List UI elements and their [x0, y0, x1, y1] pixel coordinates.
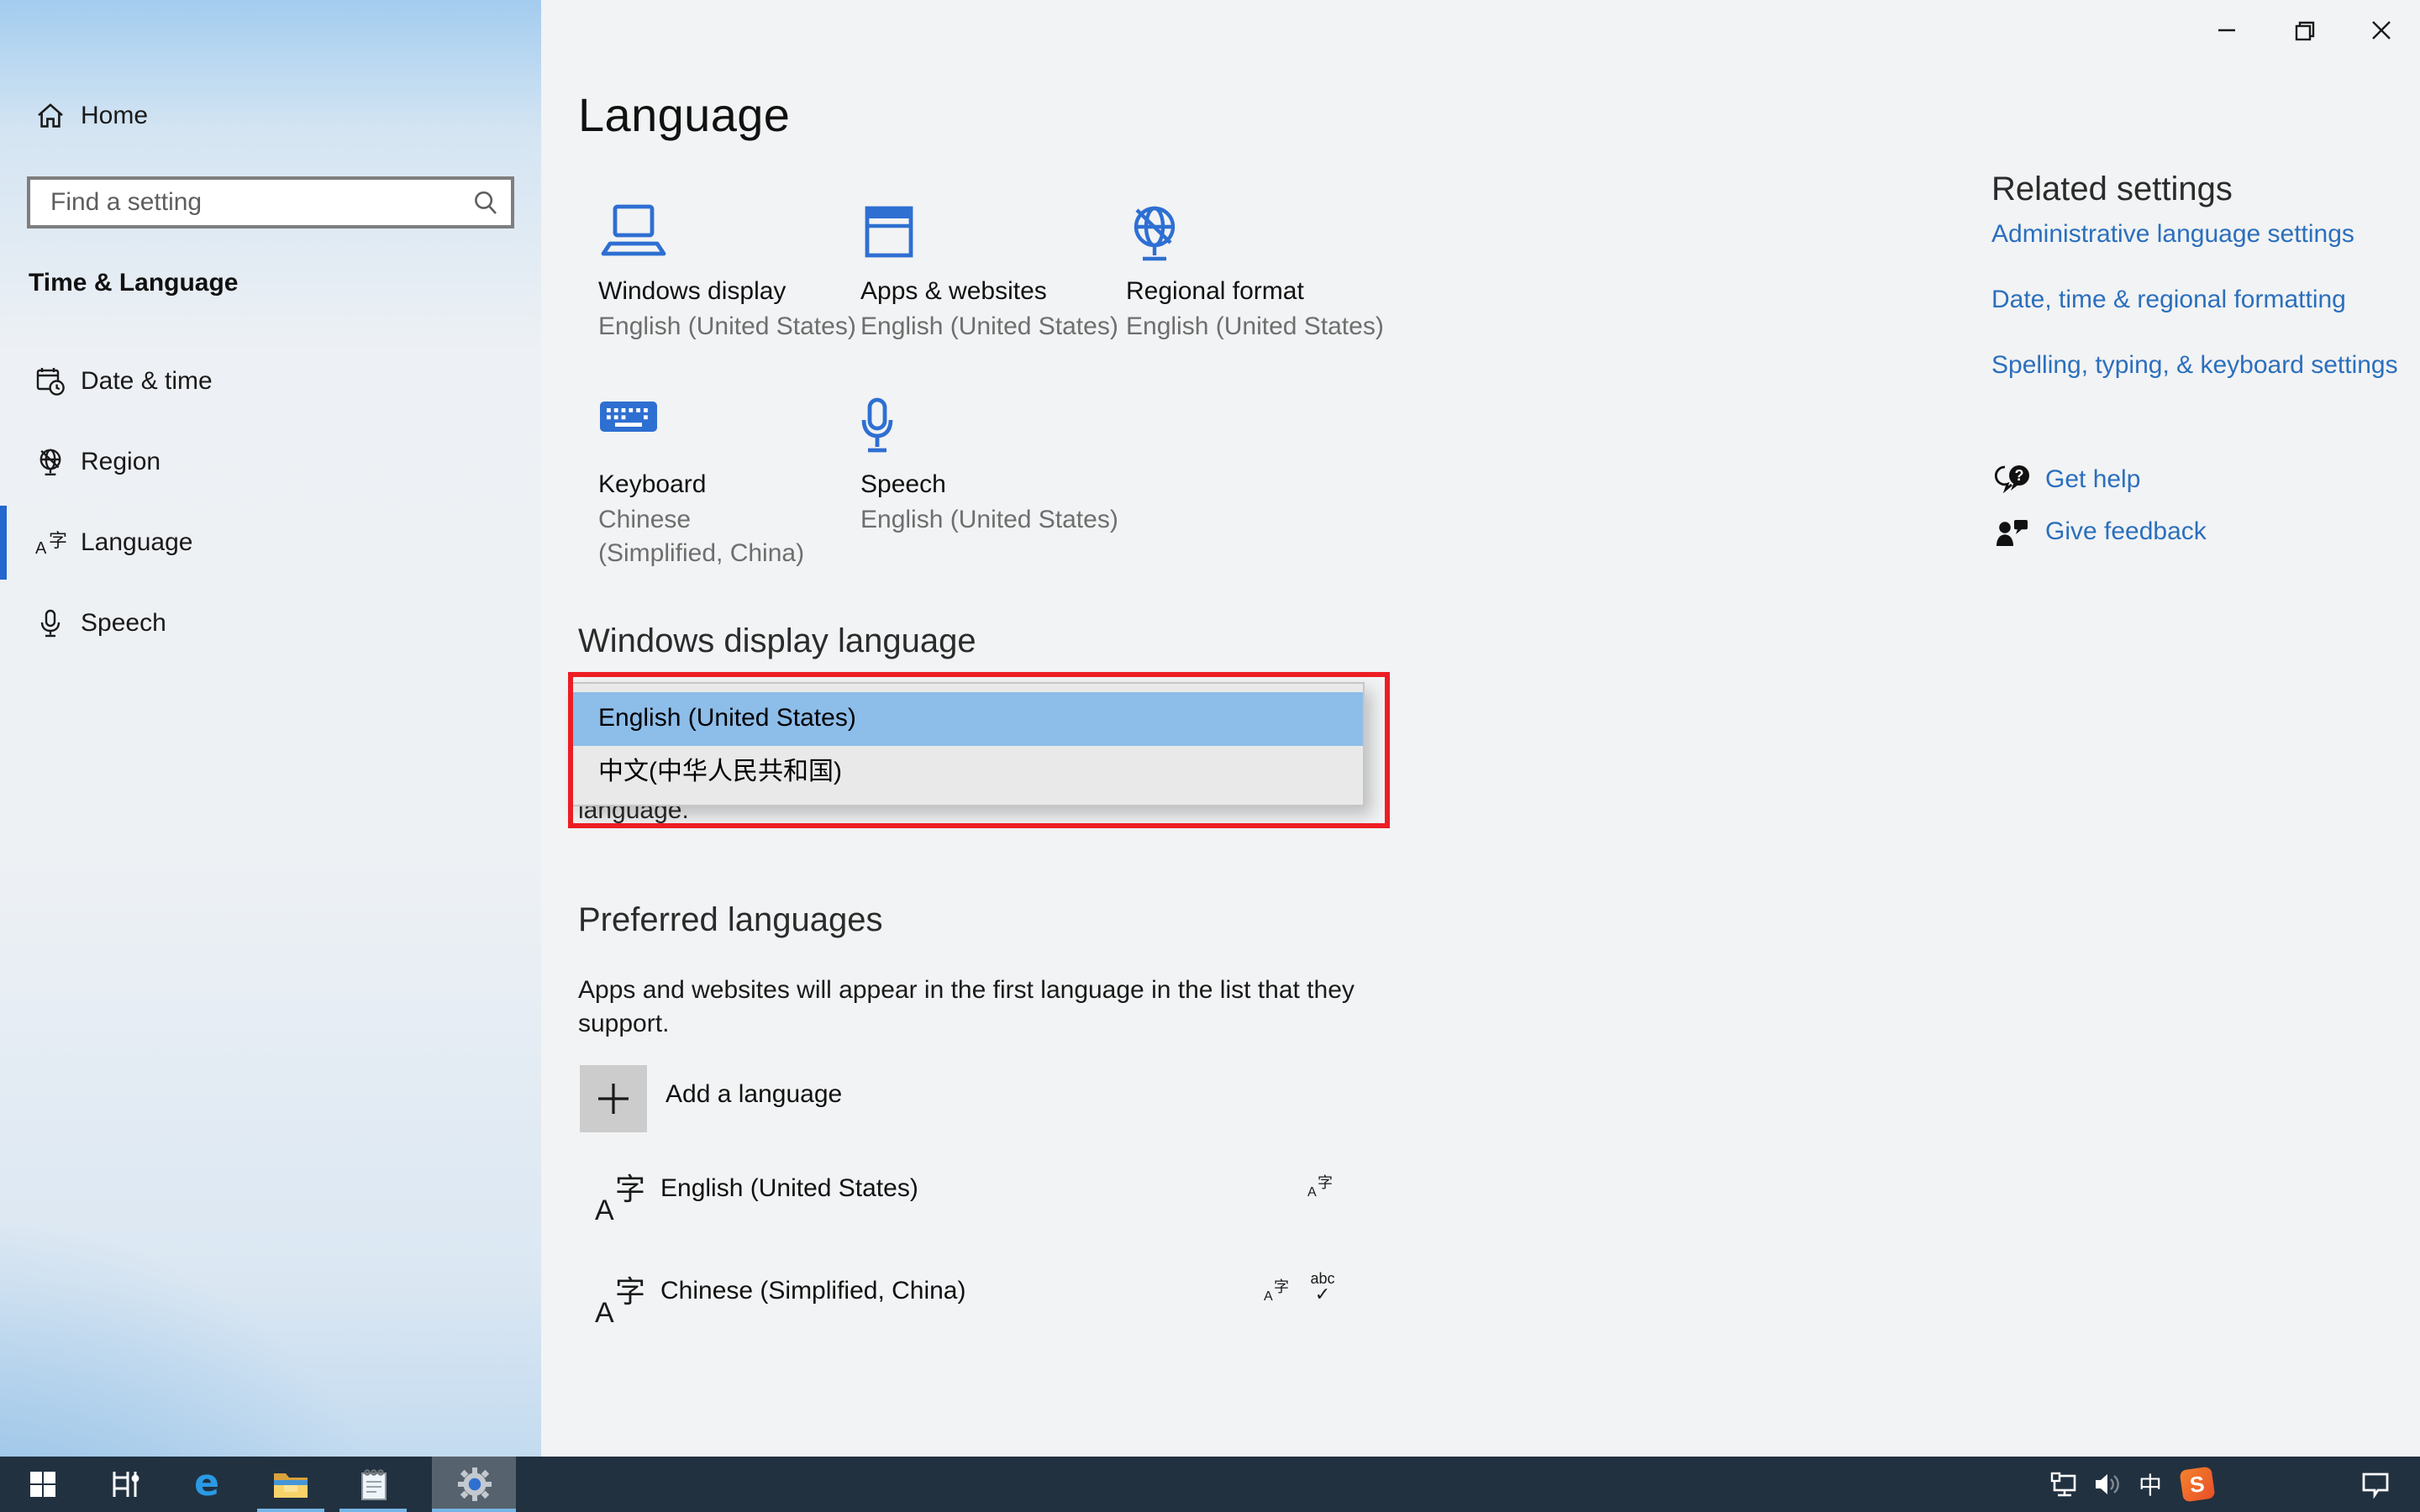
restore-button[interactable]	[2265, 0, 2343, 60]
sidebar-item-label: Speech	[81, 609, 166, 638]
sidebar-item-label: Language	[81, 528, 193, 557]
language-name: Chinese (Simplified, China)	[660, 1277, 966, 1305]
home-icon	[35, 101, 66, 131]
preferred-description-line1: Apps and websites will appear in the fir…	[578, 976, 1355, 1005]
preferred-description-line2: support.	[578, 1010, 669, 1038]
sidebar-group-label: Time & Language	[29, 269, 239, 297]
running-indicator-explorer	[257, 1508, 324, 1512]
language-name: English (United States)	[660, 1174, 918, 1203]
start-button[interactable]	[17, 1457, 67, 1512]
language-icon: 字 A	[595, 1166, 645, 1228]
globe-icon	[1126, 203, 1183, 264]
display-language-dropdown: English (United States) 中文(中华人民共和国)	[571, 682, 1365, 806]
search-input[interactable]	[30, 180, 511, 225]
tile-label: Regional format	[1126, 277, 1304, 306]
related-settings-heading: Related settings	[1991, 171, 2233, 210]
microphone-icon	[860, 396, 894, 457]
dropdown-option-chinese[interactable]: 中文(中华人民共和国)	[573, 746, 1363, 800]
language-icon: 字 A	[35, 527, 67, 559]
sidebar-item-label: Home	[81, 102, 148, 130]
ime-zh-label: 中	[2139, 1467, 2162, 1501]
language-icon: 字 A	[595, 1268, 645, 1331]
action-center-button[interactable]	[2349, 1457, 2400, 1512]
language-row-english[interactable]: 字 A English (United States)	[595, 1166, 1368, 1233]
close-button[interactable]	[2343, 0, 2420, 60]
keyboard-icon	[598, 396, 659, 457]
settings-app-active-tile[interactable]	[432, 1457, 516, 1512]
sidebar-item-language[interactable]: 字 A Language	[0, 506, 541, 580]
network-tray-icon[interactable]	[2042, 1457, 2086, 1512]
ime-language-indicator[interactable]: 中	[2131, 1457, 2170, 1512]
sidebar-item-label: Date & time	[81, 367, 213, 396]
file-explorer-icon	[272, 1470, 309, 1499]
notepad-icon	[358, 1467, 390, 1501]
plus-icon	[580, 1065, 647, 1132]
edge-icon: e	[194, 1463, 219, 1505]
svg-text:?: ?	[2015, 467, 2024, 484]
search-icon	[472, 190, 499, 217]
sidebar-item-home[interactable]: Home	[0, 86, 541, 146]
microphone-icon	[35, 608, 66, 638]
tile-value: English (United States)	[860, 504, 1118, 538]
settings-window: Settings Home	[0, 0, 2420, 1512]
tile-label: Keyboard	[598, 470, 706, 499]
volume-tray-icon[interactable]	[2087, 1457, 2129, 1512]
tile-label: Apps & websites	[860, 277, 1047, 306]
tile-value: English (United States)	[598, 311, 856, 344]
windows-logo-icon	[29, 1472, 55, 1497]
feedback-person-icon	[1995, 516, 2032, 549]
edge-button[interactable]: e	[180, 1457, 234, 1512]
globe-icon	[35, 447, 66, 477]
close-icon	[2371, 20, 2391, 40]
minimize-button[interactable]	[2188, 0, 2265, 60]
calendar-clock-icon	[35, 366, 66, 396]
help-bubble-icon: ?	[1995, 464, 2032, 497]
tile-value: English (United States)	[1126, 311, 1384, 344]
laptop-icon	[598, 203, 669, 264]
sidebar-item-date-time[interactable]: Date & time	[0, 344, 541, 418]
minimize-icon	[2217, 20, 2237, 40]
ime-toolbar-icon	[108, 1468, 140, 1500]
link-spelling-typing-keyboard-settings[interactable]: Spelling, typing, & keyboard settings	[1991, 351, 2398, 380]
sidebar: Home Time & Language Date & time	[0, 0, 541, 1457]
taskbar: e	[0, 1457, 2420, 1512]
preferred-languages-heading: Preferred languages	[578, 902, 882, 941]
display-language-heading: Windows display language	[578, 623, 976, 662]
settings-gear-icon	[432, 1457, 516, 1512]
search-box	[27, 176, 514, 228]
link-administrative-language-settings[interactable]: Administrative language settings	[1991, 220, 2354, 249]
running-indicator-notepad	[339, 1508, 407, 1512]
running-indicator-settings	[432, 1508, 516, 1512]
dropdown-option-english[interactable]: English (United States)	[573, 692, 1363, 746]
sidebar-item-speech[interactable]: Speech	[0, 586, 541, 660]
language-row-chinese[interactable]: 字 A Chinese (Simplified, China)	[595, 1268, 1368, 1336]
ime-toolbar-button[interactable]	[97, 1457, 151, 1512]
sidebar-item-region[interactable]: Region	[0, 425, 541, 499]
tile-value: Chinese (Simplified, China)	[598, 504, 820, 571]
app-window-icon	[860, 203, 918, 264]
tile-label: Speech	[860, 470, 946, 499]
add-language-button[interactable]	[580, 1065, 647, 1132]
restore-icon	[2293, 19, 2315, 41]
tile-value: English (United States)	[860, 311, 1118, 344]
action-center-icon	[2359, 1470, 2391, 1499]
notepad-button[interactable]	[346, 1457, 402, 1512]
display-language-badge-icon: 字 A	[1264, 1275, 1289, 1304]
tile-label: Windows display	[598, 277, 786, 306]
add-language-label: Add a language	[666, 1080, 842, 1109]
file-explorer-button[interactable]	[262, 1457, 319, 1512]
sidebar-item-label: Region	[81, 448, 160, 476]
sogou-input-tray-icon[interactable]: S	[2175, 1457, 2220, 1512]
display-language-badge-icon: 字 A	[1307, 1171, 1333, 1200]
page-title: Language	[578, 89, 790, 143]
spellcheck-badge-icon: abc ✓	[1304, 1272, 1341, 1305]
sogou-icon: S	[2180, 1467, 2216, 1503]
get-help-link[interactable]: Get help	[2045, 465, 2140, 494]
give-feedback-link[interactable]: Give feedback	[2045, 517, 2207, 546]
link-date-time-regional-formatting[interactable]: Date, time & regional formatting	[1991, 286, 2346, 314]
